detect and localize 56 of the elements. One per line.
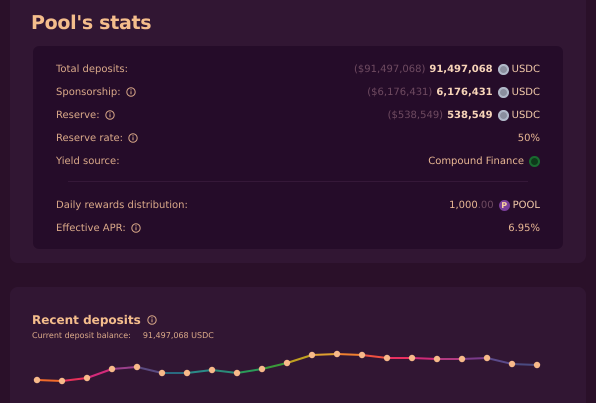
info-icon[interactable] bbox=[128, 133, 138, 143]
coin-icon bbox=[498, 86, 509, 98]
stat-value: 50% bbox=[518, 132, 540, 144]
data-point bbox=[408, 354, 416, 362]
data-point bbox=[258, 366, 266, 372]
usd-value: ($6,176,431) bbox=[367, 86, 432, 98]
section-title: Recent deposits bbox=[32, 313, 141, 327]
usd-value: ($538,549) bbox=[388, 110, 444, 120]
stat-label: Yield source: bbox=[56, 156, 120, 166]
token-label: USDC bbox=[512, 110, 540, 120]
data-point bbox=[284, 360, 290, 366]
stat-label: Effective APR: bbox=[56, 222, 126, 234]
data-point bbox=[434, 356, 440, 362]
info-icon[interactable] bbox=[146, 315, 157, 325]
data-point bbox=[34, 376, 40, 384]
token-label: USDC bbox=[512, 64, 540, 74]
data-point bbox=[58, 378, 66, 384]
data-point bbox=[508, 360, 516, 368]
data-point bbox=[134, 364, 140, 370]
data-point bbox=[458, 356, 466, 362]
info-icon[interactable] bbox=[104, 110, 115, 120]
coin-icon bbox=[529, 156, 540, 166]
stat-label: Reserve: bbox=[56, 110, 100, 120]
info-icon[interactable] bbox=[130, 223, 141, 233]
data-point bbox=[184, 370, 190, 376]
data-point bbox=[208, 366, 216, 374]
stat-value: 1,000.00 bbox=[449, 200, 494, 210]
balance-label: Current deposit balance: bbox=[32, 331, 131, 340]
stat-label: Total deposits: bbox=[56, 64, 128, 74]
stat-value: 6.95% bbox=[508, 222, 540, 234]
data-point bbox=[358, 352, 366, 358]
data-point bbox=[158, 370, 166, 376]
section-title: Pool's stats bbox=[31, 12, 152, 34]
stat-value: 6,176,431 bbox=[436, 86, 493, 98]
token-label: USDC bbox=[512, 86, 540, 98]
stat-label: Reserve rate: bbox=[56, 132, 124, 144]
data-point bbox=[534, 362, 540, 368]
coin-icon bbox=[498, 64, 509, 74]
token-label: POOL bbox=[512, 200, 540, 210]
data-point bbox=[108, 366, 116, 372]
stat-value: Compound Finance bbox=[428, 156, 524, 166]
balance-value: 91,497,068 USDC bbox=[142, 331, 214, 340]
coin-icon: P bbox=[498, 200, 510, 210]
data-point bbox=[308, 352, 316, 358]
info-icon[interactable] bbox=[126, 87, 136, 97]
data-point bbox=[484, 354, 490, 362]
stat-label: Daily rewards distribution: bbox=[56, 200, 188, 210]
stat-value: 91,497,068 bbox=[429, 64, 493, 74]
data-point bbox=[84, 374, 90, 382]
coin-icon bbox=[498, 110, 509, 120]
stat-value: 538,549 bbox=[447, 110, 493, 120]
data-point bbox=[334, 350, 340, 358]
usd-value: ($91,497,068) bbox=[354, 64, 426, 74]
data-point bbox=[234, 370, 240, 376]
stat-label: Sponsorship: bbox=[56, 86, 121, 98]
data-point bbox=[384, 354, 390, 362]
